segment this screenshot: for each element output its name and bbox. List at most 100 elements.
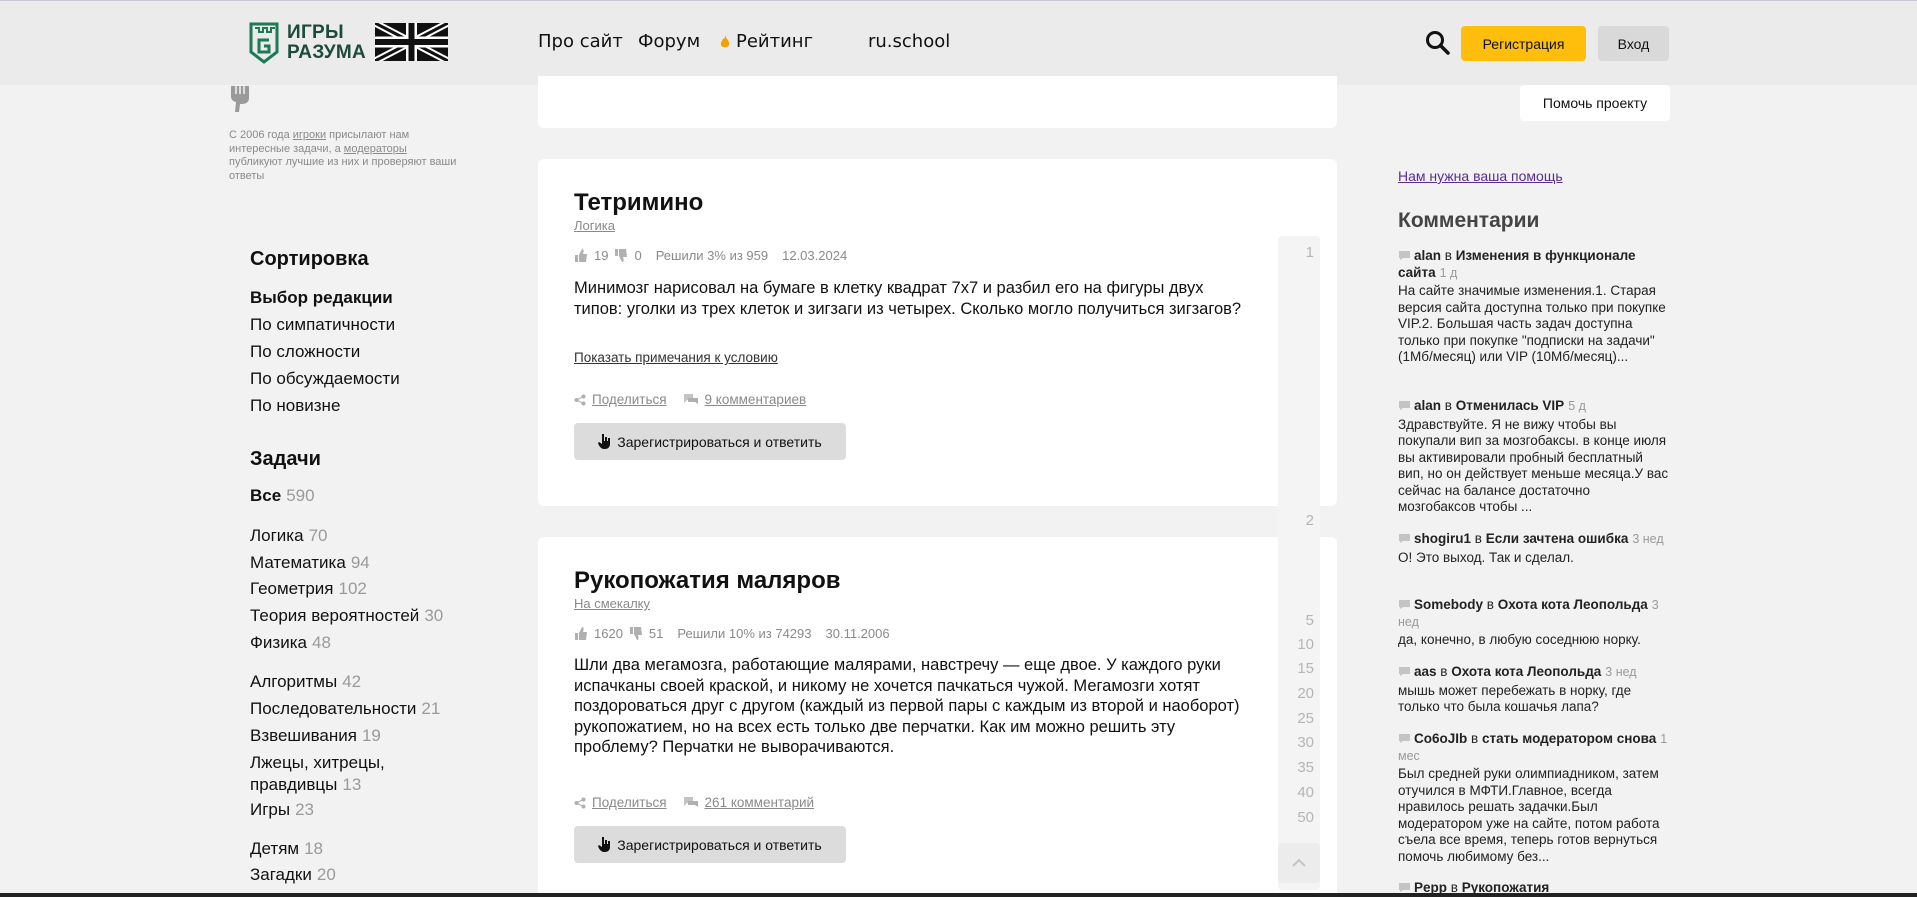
page-size-link[interactable]: 50 <box>1278 809 1320 826</box>
logo-text: ИГРЫ РАЗУМА <box>287 22 367 63</box>
comment-text[interactable]: Был средней руки олимпиадником, затем от… <box>1398 766 1670 865</box>
register-and-answer-button[interactable]: Зарегистрироваться и ответить <box>574 826 846 863</box>
sort-list: Выбор редакции По симпатичности По сложн… <box>250 284 400 419</box>
answer-button-label: Зарегистрироваться и ответить <box>617 433 822 450</box>
comment-in: в <box>1444 248 1452 263</box>
sort-by-discussion[interactable]: По обсуждаемости <box>250 365 400 392</box>
search-icon[interactable] <box>1425 30 1451 56</box>
category-kids[interactable]: Детям 18 <box>250 838 323 860</box>
comment-author[interactable]: Somebody <box>1414 597 1483 612</box>
category-probability[interactable]: Теория вероятностей 30 <box>250 605 443 627</box>
thumbs-up-icon[interactable] <box>574 249 588 262</box>
comment-author[interactable]: Co6oJIb <box>1414 731 1467 746</box>
category-liars[interactable]: Лжецы, хитрецы, правдивцы 13 <box>250 752 385 796</box>
sort-by-newest[interactable]: По новизне <box>250 392 400 419</box>
category-count: 94 <box>350 553 370 572</box>
category-logic[interactable]: Логика 70 <box>250 525 328 547</box>
comment-topic[interactable]: Отменилась VIP <box>1456 398 1564 413</box>
comment-text[interactable]: мышь может перебежать в норку, где тольк… <box>1398 683 1670 716</box>
page-size-link[interactable]: 40 <box>1278 784 1320 801</box>
comment-bubble-icon <box>1399 534 1410 543</box>
category-label: Геометрия <box>250 579 334 598</box>
comment-author[interactable]: Pepp <box>1414 880 1447 893</box>
comment-author[interactable]: aas <box>1414 664 1437 679</box>
category-geometry[interactable]: Геометрия 102 <box>250 578 367 600</box>
comments-title: Комментарии <box>1398 209 1540 232</box>
nav-rating[interactable]: Рейтинг <box>720 31 813 52</box>
category-riddles[interactable]: Загадки 20 <box>250 864 336 886</box>
problem-category-link[interactable]: Логика <box>574 218 615 233</box>
sort-editors-choice[interactable]: Выбор редакции <box>250 284 400 311</box>
category-label: Лжецы, хитрецы, <box>250 753 385 772</box>
category-label: Детям <box>250 839 300 858</box>
category-weighing[interactable]: Взвешивания 19 <box>250 725 381 747</box>
register-button[interactable]: Регистрация <box>1461 26 1586 61</box>
problem-text: Минимозг нарисовал на бумаге в клетку кв… <box>574 279 1242 318</box>
comment-author[interactable]: alan <box>1414 398 1441 413</box>
page-link[interactable]: 2 <box>1278 512 1320 529</box>
comment-author[interactable]: alan <box>1414 248 1441 263</box>
problem-category-link[interactable]: На смекалку <box>574 596 650 611</box>
comment-topic[interactable]: Охота кота Леопольда <box>1498 597 1648 612</box>
nav-school[interactable]: ru.school <box>868 31 950 52</box>
tasks-title: Задачи <box>250 448 321 470</box>
category-games[interactable]: Игры 23 <box>250 799 314 821</box>
problem-date: 12.03.2024 <box>782 248 848 263</box>
show-notes-link[interactable]: Показать примечания к условию <box>574 350 778 365</box>
scroll-top-button[interactable] <box>1278 843 1320 883</box>
page-size-link[interactable]: 30 <box>1278 734 1320 751</box>
comment-topic[interactable]: Охота кота Леопольда <box>1451 664 1601 679</box>
category-label: правдивцы <box>250 775 338 794</box>
register-and-answer-button[interactable]: Зарегистрироваться и ответить <box>574 423 846 460</box>
comment-item: Pepp в Рукопожатия <box>1398 880 1670 893</box>
nav-forum[interactable]: Форум <box>638 31 700 52</box>
players-link[interactable]: игроки <box>293 129 326 141</box>
category-count: 23 <box>295 800 315 819</box>
thumbs-down-icon[interactable] <box>614 249 628 262</box>
category-count: 21 <box>421 699 441 718</box>
comment-topic[interactable]: Если зачтена ошибка <box>1486 531 1629 546</box>
window-bottom-edge <box>0 893 1917 897</box>
comments-link[interactable]: 9 комментариев <box>705 392 807 407</box>
page-size-link[interactable]: 35 <box>1278 759 1320 776</box>
comment-text[interactable]: О! Это выход. Так и сделал. <box>1398 550 1670 567</box>
page-link[interactable]: 1 <box>1278 244 1320 261</box>
comment-topic[interactable]: стать модератором снова <box>1482 731 1656 746</box>
comment-text[interactable]: да, конечно, в любую соседнюю норку. <box>1398 632 1670 649</box>
category-all[interactable]: Все 590 <box>250 485 315 507</box>
moderators-link[interactable]: модераторы <box>344 143 407 155</box>
share-link[interactable]: Поделиться <box>592 392 667 407</box>
category-math[interactable]: Математика 94 <box>250 552 370 574</box>
problem-date: 30.11.2006 <box>825 626 890 641</box>
page-size-link[interactable]: 10 <box>1278 636 1320 653</box>
problem-card: Тетримино Логика 19 0 Решили 3% из 959 1… <box>538 159 1337 506</box>
page-size-link[interactable]: 15 <box>1278 660 1320 677</box>
intro-part: С 2006 года <box>229 129 293 141</box>
page-size-link[interactable]: 5 <box>1278 612 1320 629</box>
comment-text[interactable]: На сайте значимые изменения.1. Старая ве… <box>1398 283 1670 366</box>
need-help-link[interactable]: Нам нужна ваша помощь <box>1398 168 1563 184</box>
comment-text[interactable]: Здравствуйте. Я не вижу чтобы вы покупал… <box>1398 417 1670 516</box>
page-size-link[interactable]: 25 <box>1278 710 1320 727</box>
problem-text: Шли два мегамозга, работающие малярами, … <box>574 656 1240 756</box>
share-link[interactable]: Поделиться <box>592 795 667 810</box>
sort-by-likes[interactable]: По симпатичности <box>250 311 400 338</box>
site-header: ИГРЫ РАЗУМА Про сайт Форум Рейтинг ru.sc… <box>0 0 1917 85</box>
comments-link[interactable]: 261 комментарий <box>705 795 815 810</box>
thumbs-down-icon[interactable] <box>629 627 643 640</box>
login-button[interactable]: Вход <box>1598 26 1669 61</box>
uk-flag-icon[interactable] <box>375 23 448 61</box>
thumbs-up-icon[interactable] <box>574 627 588 640</box>
category-sequences[interactable]: Последовательности 21 <box>250 698 440 720</box>
category-physics[interactable]: Физика 48 <box>250 632 331 654</box>
help-project-button[interactable]: Помочь проекту <box>1520 85 1670 121</box>
comment-author[interactable]: shogiru1 <box>1414 531 1471 546</box>
problem-title[interactable]: Тетримино <box>574 189 703 217</box>
comment-topic[interactable]: Рукопожатия <box>1462 880 1550 893</box>
category-count: 48 <box>311 633 331 652</box>
sort-by-difficulty[interactable]: По сложности <box>250 338 400 365</box>
category-algorithms[interactable]: Алгоритмы 42 <box>250 671 361 693</box>
nav-about[interactable]: Про сайт <box>538 31 623 52</box>
page-size-link[interactable]: 20 <box>1278 685 1320 702</box>
problem-title[interactable]: Рукопожатия маляров <box>574 567 841 595</box>
